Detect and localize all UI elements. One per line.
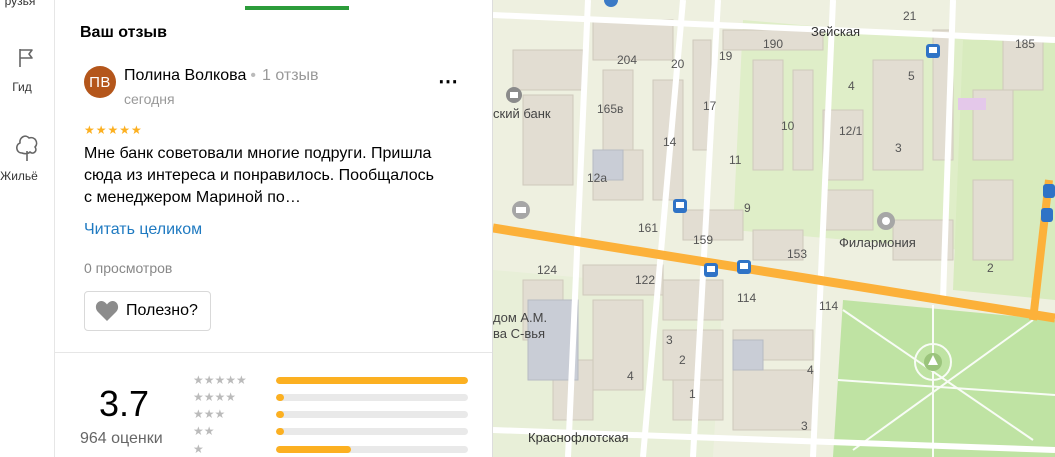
building-number: 12/1 xyxy=(839,124,863,138)
review-date: сегодня xyxy=(124,91,175,107)
building-number: 3 xyxy=(666,333,673,347)
building-number: 190 xyxy=(763,37,783,51)
building-number: 2 xyxy=(987,261,994,275)
rating-distribution-row: ★ xyxy=(193,442,473,456)
building-number: 9 xyxy=(744,201,751,215)
map[interactable]: Зейская Краснофлотская ский банк Филармо… xyxy=(493,0,1055,457)
street-label-zeyskaya: Зейская xyxy=(811,24,860,39)
poi-label-philharmonia[interactable]: Филармония xyxy=(839,235,916,250)
building-number: 114 xyxy=(819,299,838,313)
separator-dot: • xyxy=(250,67,256,84)
park-icon[interactable] xyxy=(924,353,942,371)
building-number: 4 xyxy=(848,79,855,93)
building-number: 14 xyxy=(663,135,677,149)
building-number: 2 xyxy=(679,353,686,367)
useful-label: Полезно? xyxy=(126,302,198,319)
distribution-bar-fill xyxy=(276,411,284,418)
building-number: 124 xyxy=(537,263,557,277)
building-number: 204 xyxy=(617,53,637,67)
author-name[interactable]: Полина Волкова xyxy=(124,67,246,84)
rating-distribution-row: ★★★★★ xyxy=(193,373,473,387)
distribution-bar xyxy=(276,411,468,418)
building-number: 1 xyxy=(689,387,696,401)
distribution-bar-fill xyxy=(276,428,284,435)
museum-icon[interactable] xyxy=(506,87,522,103)
building-number: 4 xyxy=(807,363,814,377)
left-rail: рузья Гид Жильё xyxy=(0,0,55,457)
useful-button[interactable]: Полезно? xyxy=(84,291,211,331)
tree-icon xyxy=(16,135,38,161)
street-label-krasnoflotskaya: Краснофлотская xyxy=(528,430,629,445)
poi-label-house[interactable]: дом А.М. xyxy=(493,310,547,325)
building-number: 17 xyxy=(703,99,717,113)
views-count: 0 просмотров xyxy=(84,260,173,276)
building-number: 161 xyxy=(638,221,658,235)
building-number: 165в xyxy=(597,102,623,116)
distribution-stars: ★ xyxy=(193,442,204,456)
bus-stop-icon[interactable] xyxy=(1043,184,1055,198)
rating-distribution-row: ★★ xyxy=(193,424,473,438)
building-number: 3 xyxy=(801,419,808,433)
flag-icon xyxy=(19,49,33,67)
poi-label-house-2[interactable]: ва С-вья xyxy=(493,326,545,341)
building-number: 21 xyxy=(903,9,917,23)
rail-item-housing-label: Жильё xyxy=(0,169,38,183)
rating-distribution-row: ★★★★ xyxy=(193,390,473,404)
poi-label-bank[interactable]: ский банк xyxy=(493,106,551,121)
bus-stop-icon[interactable] xyxy=(737,260,751,274)
building-number: 11 xyxy=(729,153,742,167)
building-number: 5 xyxy=(908,69,915,83)
building-number: 4 xyxy=(627,369,634,383)
author-review-count: 1 отзыв xyxy=(261,67,319,84)
avatar[interactable]: ПВ xyxy=(84,66,116,98)
rail-item-guide-label: Гид xyxy=(12,80,32,94)
building-number: 3 xyxy=(895,141,902,155)
bus-stop-icon[interactable] xyxy=(704,263,718,277)
distribution-stars: ★★★ xyxy=(193,407,226,421)
building-number: 12а xyxy=(587,171,607,185)
distribution-bar xyxy=(276,394,468,401)
rating-value: 3.7 xyxy=(99,383,150,424)
distribution-bar-fill xyxy=(276,446,351,453)
bus-stop-icon[interactable] xyxy=(673,199,687,213)
distribution-bar-fill xyxy=(276,394,284,401)
rating-count: 964 оценки xyxy=(80,430,163,447)
distribution-bar xyxy=(276,446,468,453)
divider xyxy=(55,352,492,353)
review-rating-stars: ★★★★★ xyxy=(84,123,143,137)
section-title: Ваш отзыв xyxy=(80,24,167,41)
bus-stop-icon[interactable] xyxy=(926,44,940,58)
building-number: 153 xyxy=(787,247,807,261)
building-number: 10 xyxy=(781,119,795,133)
distribution-bar xyxy=(276,428,468,435)
rail-item-friends-label: рузья xyxy=(4,0,36,8)
building-number: 159 xyxy=(693,233,713,247)
bank-icon[interactable] xyxy=(512,201,530,219)
theater-icon[interactable] xyxy=(877,212,895,230)
rating-distribution-row: ★★★ xyxy=(193,407,473,421)
rail-item-guide[interactable]: Гид xyxy=(0,46,54,94)
rail-item-housing[interactable]: Жильё xyxy=(0,133,54,183)
building-number: 122 xyxy=(635,273,655,287)
review-text: Мне банк советовали многие подруги. Приш… xyxy=(84,145,434,206)
building-number: 114 xyxy=(737,291,756,305)
building-number: 185 xyxy=(1015,37,1035,51)
review-panel: Ваш отзыв ПВ Полина Волкова • 1 отзыв сего… xyxy=(55,0,493,457)
distribution-bar-fill xyxy=(276,377,468,384)
read-more-link[interactable]: Читать целиком xyxy=(84,221,202,239)
distribution-stars: ★★★★★ xyxy=(193,373,247,387)
author-line: Полина Волкова • 1 отзыв xyxy=(124,67,319,85)
building-number: 20 xyxy=(671,57,685,71)
building-number: 19 xyxy=(719,49,733,63)
distribution-bar xyxy=(276,377,468,384)
more-options-icon[interactable]: ⋯ xyxy=(438,69,459,94)
distribution-stars: ★★★★ xyxy=(193,390,237,404)
heart-icon xyxy=(95,301,119,321)
distribution-stars: ★★ xyxy=(193,424,215,438)
map-canvas[interactable]: Зейская Краснофлотская ский банк Филармо… xyxy=(493,0,1055,457)
bus-stop-icon[interactable] xyxy=(1041,208,1053,222)
rail-item-friends[interactable]: рузья xyxy=(0,0,54,8)
active-tab-indicator xyxy=(245,6,349,10)
